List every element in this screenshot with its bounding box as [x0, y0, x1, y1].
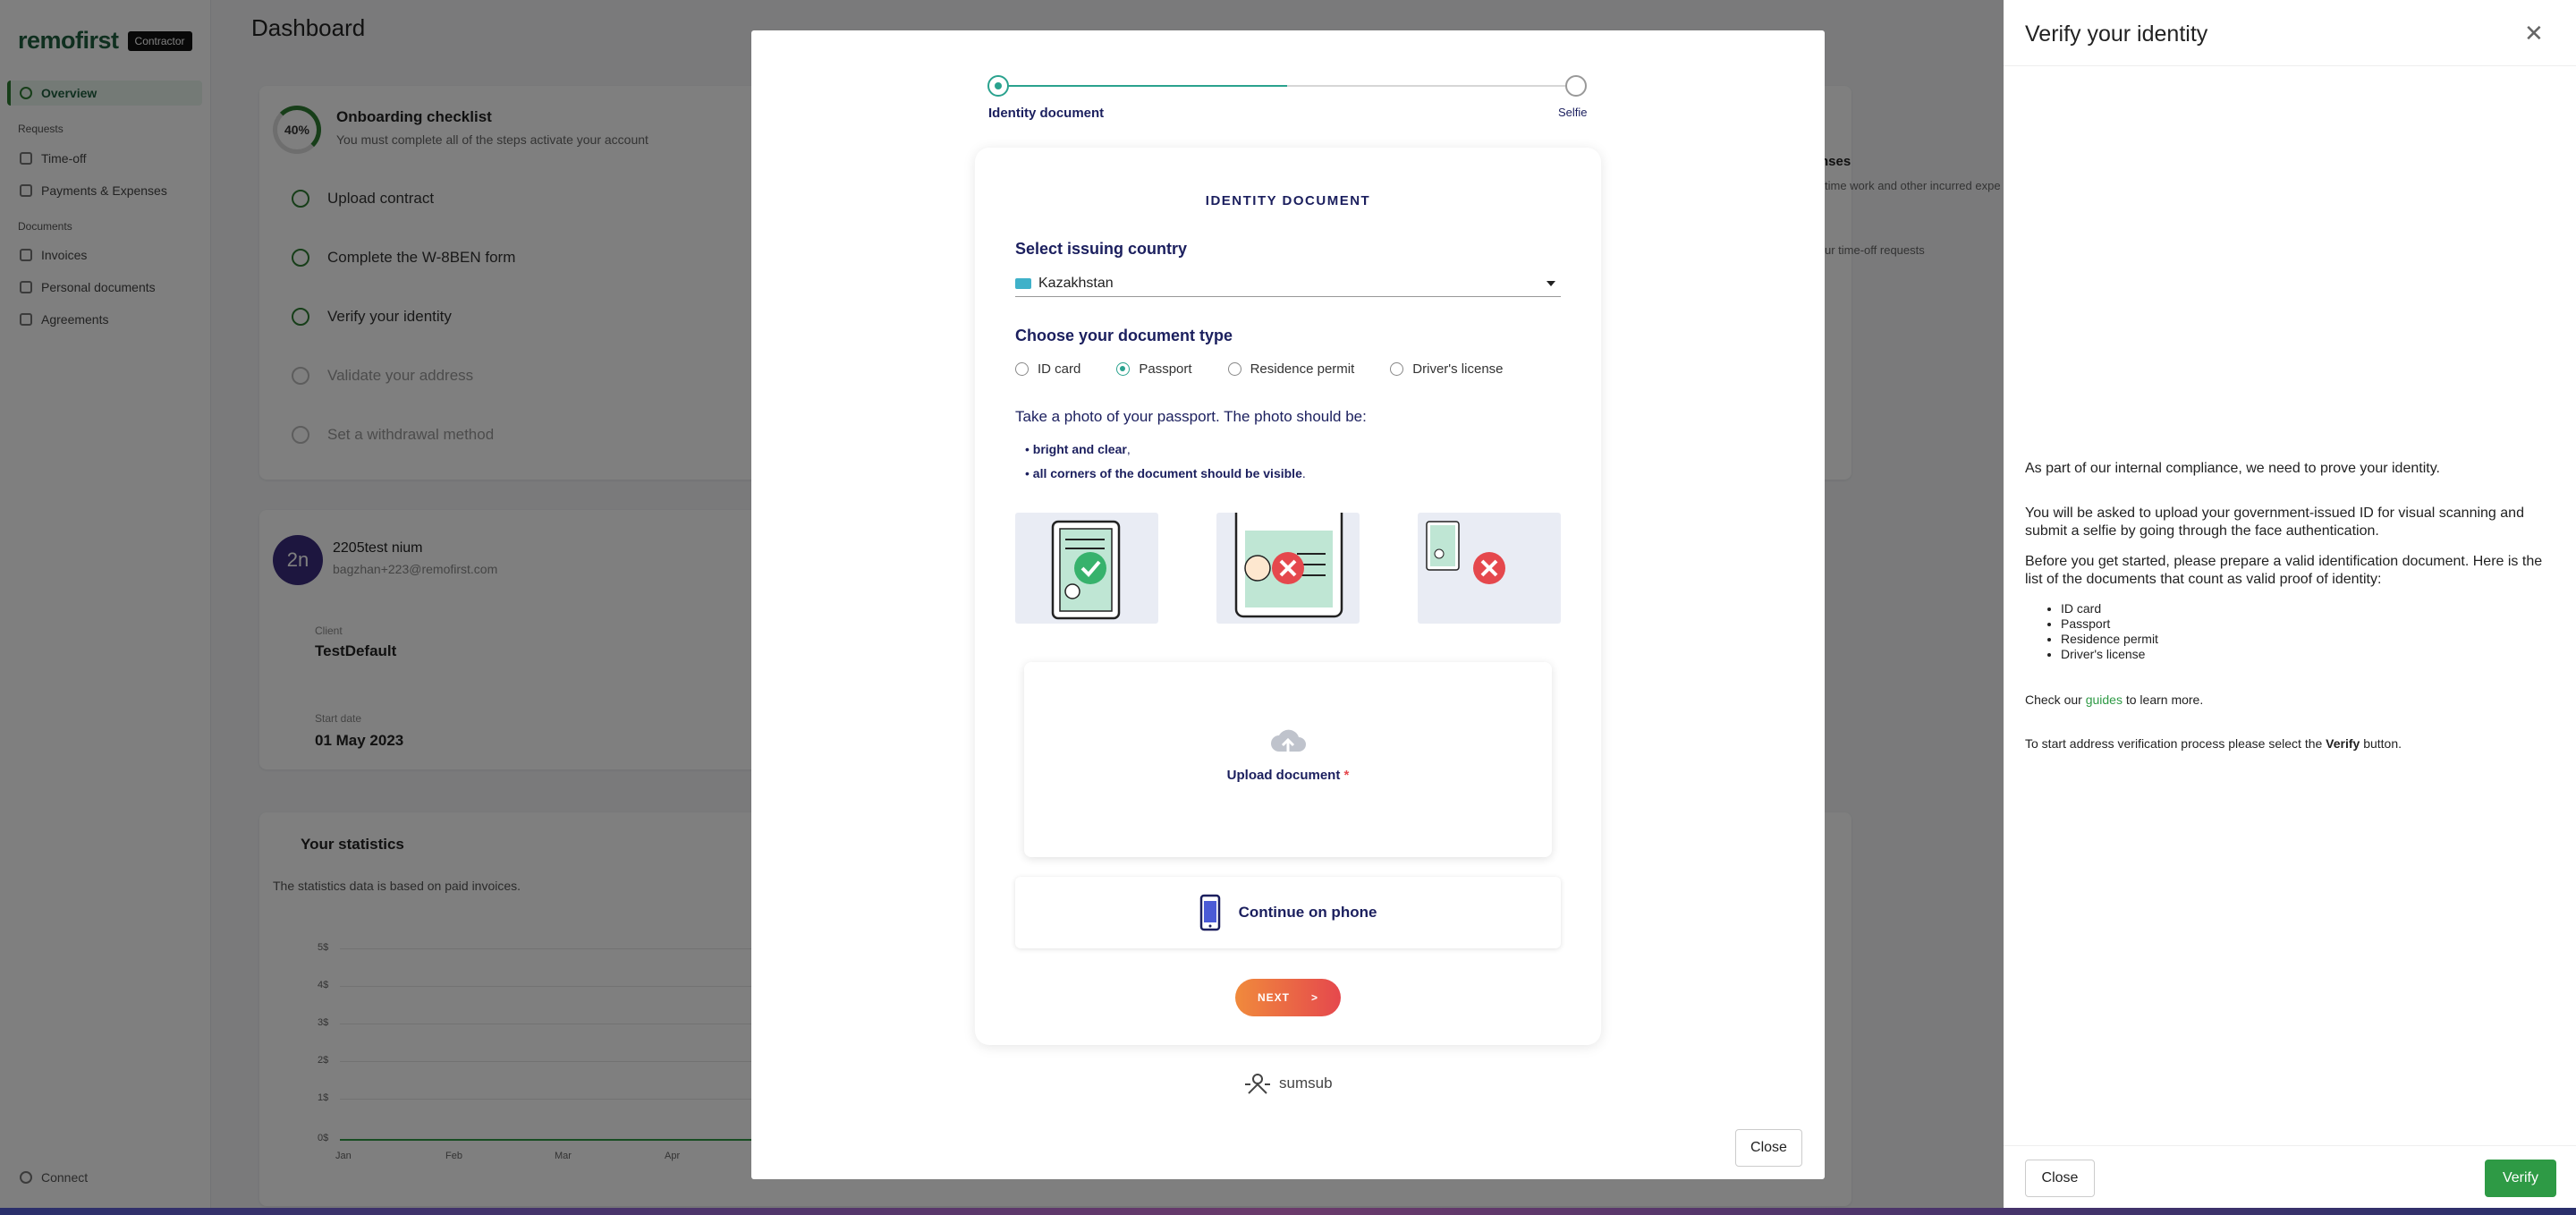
- drawer-footer-divider: [2004, 1145, 2576, 1146]
- start-suffix: button.: [2360, 736, 2402, 751]
- radio-label-residence-permit[interactable]: Residence permit: [1250, 361, 1355, 377]
- list-item: Passport: [2061, 616, 2158, 632]
- bullet-bold: all corners of the document should be vi…: [1032, 466, 1302, 480]
- radio-drivers-license[interactable]: [1390, 362, 1404, 376]
- caret-down-icon: [1546, 281, 1555, 286]
- upload-label-text: Upload document: [1226, 768, 1341, 783]
- guides-link[interactable]: guides: [2086, 692, 2123, 707]
- start-bold: Verify: [2326, 736, 2360, 751]
- passport-cropped-illustration: [1234, 513, 1343, 618]
- guides-line: Check our guides to learn more.: [2025, 691, 2555, 709]
- bullet-rest: .: [1301, 466, 1306, 480]
- kazakhstan-flag-icon: [1015, 277, 1031, 289]
- photo-instruction: Take a photo of your passport. The photo…: [1015, 408, 1367, 425]
- stepper-progress: [997, 85, 1287, 87]
- passport-too-far-illustration: [1426, 521, 1505, 584]
- instruction-bullet: • bright and clear,: [1025, 442, 1131, 456]
- step-identity-dot: [987, 75, 1009, 97]
- guides-suffix: to learn more.: [2122, 692, 2204, 707]
- drawer-paragraph-1: As part of our internal compliance, we n…: [2025, 461, 2440, 476]
- list-item: Residence permit: [2061, 632, 2158, 647]
- sumsub-logo: sumsub: [1243, 1072, 1333, 1095]
- list-item: ID card: [2061, 601, 2158, 616]
- example-bad-photo-cropped: [1216, 513, 1360, 624]
- radio-label-drivers-license[interactable]: Driver's license: [1412, 361, 1503, 377]
- chevron-right-icon: >: [1311, 991, 1319, 1004]
- phone-icon: [1199, 894, 1220, 931]
- sumsub-wordmark: sumsub: [1279, 1075, 1333, 1092]
- radio-label-passport[interactable]: Passport: [1139, 361, 1191, 377]
- close-icon[interactable]: ✕: [2524, 20, 2544, 47]
- country-value: Kazakhstan: [1038, 275, 1114, 291]
- continue-on-phone-button[interactable]: Continue on phone: [1015, 877, 1561, 948]
- guides-prefix: Check our: [2025, 692, 2086, 707]
- list-item: Driver's license: [2061, 647, 2158, 662]
- example-bad-photo-far: [1418, 513, 1561, 624]
- bullet-bold: bright and clear: [1032, 442, 1127, 456]
- next-button[interactable]: NEXT >: [1235, 979, 1341, 1016]
- radio-residence-permit[interactable]: [1227, 362, 1241, 376]
- taskbar-strip: [0, 1208, 2576, 1215]
- bullet-rest: ,: [1126, 442, 1131, 456]
- start-prefix: To start address verification process pl…: [2025, 736, 2326, 751]
- country-select[interactable]: Kazakhstan: [1015, 270, 1561, 297]
- continue-on-phone-label: Continue on phone: [1238, 904, 1377, 921]
- verify-button[interactable]: Verify: [2485, 1160, 2556, 1197]
- doc-type-group: ID card Passport Residence permit Driver…: [1015, 361, 1539, 377]
- doc-type-label: Choose your document type: [1015, 327, 1233, 344]
- cloud-upload-icon: [1271, 729, 1306, 753]
- drawer-paragraph-3: Before you get started, please prepare a…: [2025, 554, 2543, 587]
- step-identity-label: Identity document: [988, 106, 1105, 121]
- required-marker: *: [1343, 768, 1350, 783]
- passport-correct-illustration: [1051, 520, 1121, 620]
- step-selfie-label: Selfie: [1558, 106, 1588, 119]
- drawer-title: Verify your identity: [2025, 21, 2208, 47]
- radio-id-card[interactable]: [1015, 362, 1029, 376]
- modal-close-button[interactable]: Close: [1735, 1129, 1802, 1167]
- next-label: NEXT: [1257, 991, 1290, 1004]
- start-verification-line: To start address verification process pl…: [2025, 735, 2555, 752]
- radio-passport[interactable]: [1116, 362, 1131, 376]
- radio-label-id-card[interactable]: ID card: [1038, 361, 1080, 377]
- drawer-close-button[interactable]: Close: [2025, 1160, 2095, 1197]
- identity-document-heading: IDENTITY DOCUMENT: [1205, 193, 1371, 208]
- country-label: Select issuing country: [1015, 240, 1188, 258]
- sumsub-icon: [1245, 1074, 1270, 1094]
- instruction-bullet: • all corners of the document should be …: [1025, 466, 1306, 480]
- upload-document-dropzone[interactable]: [1024, 662, 1552, 857]
- upload-document-label[interactable]: Upload document *: [1024, 768, 1552, 783]
- example-good-photo: [1015, 513, 1158, 624]
- step-selfie-dot: [1565, 75, 1587, 97]
- drawer-paragraph-2: You will be asked to upload your governm…: [2025, 506, 2524, 539]
- valid-documents-list: ID card Passport Residence permit Driver…: [2061, 601, 2158, 662]
